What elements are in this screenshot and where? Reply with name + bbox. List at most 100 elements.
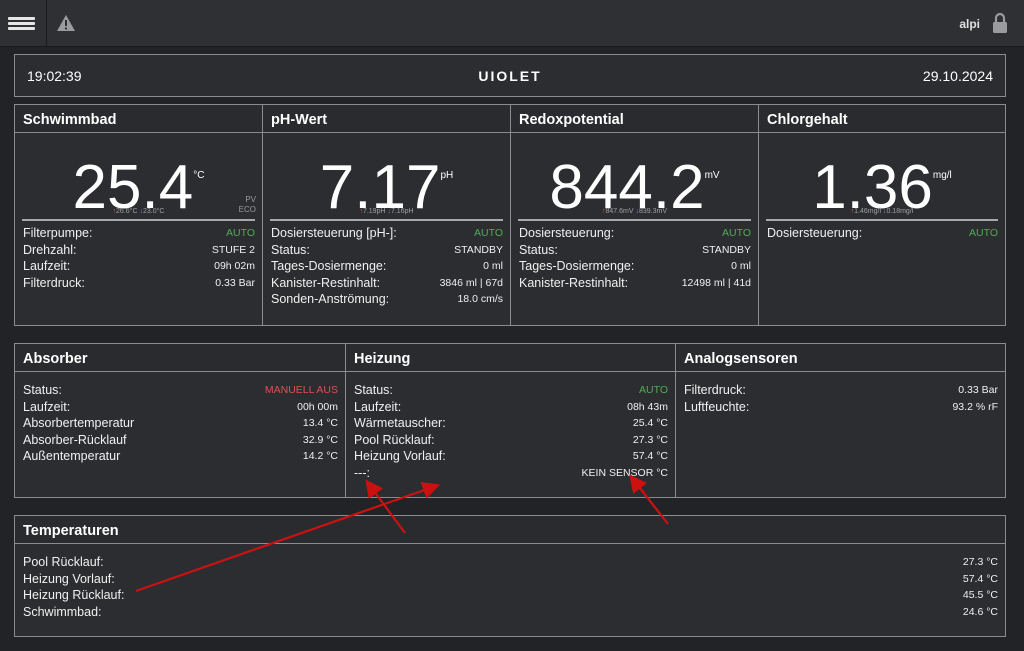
- panel-title: Temperaturen: [15, 516, 1005, 544]
- max-value: 1.46: [854, 208, 868, 215]
- row-value: 0.33 Bar: [215, 276, 255, 289]
- tile-ph[interactable]: pH-Wert 7.17pH ↑7.19pH ↓7.16pH Dosierste…: [262, 104, 511, 326]
- min-value: 0.18: [886, 208, 901, 215]
- info-row: Drehzahl: STUFE 2: [23, 243, 255, 260]
- info-row: Laufzeit: 08h 43m: [354, 400, 668, 417]
- row-label: Filterdruck:: [23, 275, 85, 290]
- clock-bar: 19:02:39 UIOLET 29.10.2024: [14, 54, 1006, 97]
- row-value: AUTO: [969, 227, 998, 239]
- row-value: 45.5 °C: [962, 589, 998, 601]
- row-label: Dosiersteuerung:: [767, 226, 863, 240]
- tile-chlor[interactable]: Chlorgehalt 1.36mg/l ↑1.46mg/l ↓0.18mg/l…: [758, 104, 1006, 326]
- max-unit: mV: [623, 208, 634, 215]
- row-label: Dosiersteuerung:: [519, 226, 615, 240]
- row-value: STANDBY: [702, 243, 751, 256]
- row-value: 27.3 °C: [962, 556, 998, 568]
- tile-title: Schwimmbad: [15, 105, 262, 133]
- tile-redox[interactable]: Redoxpotential 844.2mV ↑847.6mV ↓839.3mV…: [510, 104, 759, 326]
- row-label: Schwimmbad:: [23, 604, 102, 619]
- row-value: 08h 43m: [627, 400, 668, 413]
- row-label: Heizung Rücklauf:: [23, 588, 125, 602]
- divider: [22, 219, 255, 221]
- tile-title: Redoxpotential: [511, 105, 758, 133]
- info-row: Status: STANDBY: [519, 243, 751, 260]
- row-value: 93.2 % rF: [952, 400, 998, 413]
- row-label: Filterdruck:: [684, 383, 746, 397]
- max-value: 7.19: [362, 208, 377, 215]
- min-unit: °C: [156, 208, 165, 215]
- panel-heizung[interactable]: Heizung Status: AUTO Laufzeit: 08h 43m Wärme…: [345, 343, 676, 498]
- warning-icon[interactable]: [56, 14, 76, 32]
- min-max: ↑7.19pH ↓7.16pH: [263, 208, 510, 215]
- mode-eco: ECO: [238, 205, 256, 214]
- info-row: Heizung Vorlauf: 57.4 °C: [354, 449, 668, 466]
- info-rows: Dosiersteuerung: AUTO Status: STANDBY Tages-…: [519, 226, 751, 292]
- min-max: ↑1.46mg/l ↓0.18mg/l: [759, 208, 1005, 215]
- panel-title: Analogsensoren: [676, 344, 1005, 372]
- panel-absorber[interactable]: Absorber Status: MANUELL AUS Laufzeit: 00h …: [14, 343, 346, 498]
- max-unit: °C: [129, 208, 138, 215]
- tile-title: Chlorgehalt: [759, 105, 1005, 133]
- info-row: Heizung Vorlauf: 57.4 °C: [23, 572, 998, 589]
- row-value: KEIN SENSOR °C: [581, 466, 668, 479]
- row-label: Tages-Dosiermenge:: [271, 259, 387, 273]
- row-value: 27.3 °C: [632, 433, 668, 446]
- info-rows: Dosiersteuerung: AUTO: [767, 226, 998, 243]
- info-row: Dosiersteuerung [pH-]: AUTO: [271, 226, 503, 243]
- info-row: Kanister-Restinhalt: 3846 ml | 67d: [271, 276, 503, 293]
- info-rows: Dosiersteuerung [pH-]: AUTO Status: STANDBY…: [271, 226, 503, 309]
- panel-temperaturen[interactable]: Temperaturen Pool Rücklauf: 27.3 °C Heizun…: [14, 515, 1006, 637]
- info-row: Absorbertemperatur 13.4 °C: [23, 416, 338, 433]
- row-label: Drehzahl:: [23, 242, 77, 257]
- info-row: Filterpumpe: AUTO: [23, 226, 255, 243]
- menu-icon-bar: [8, 22, 35, 25]
- row-label: Status:: [271, 242, 310, 257]
- username[interactable]: alpi: [959, 17, 980, 31]
- info-row: Kanister-Restinhalt: 12498 ml | 41d: [519, 276, 751, 293]
- info-row: Heizung Rücklauf: 45.5 °C: [23, 588, 998, 605]
- menu-icon-bar: [8, 17, 35, 20]
- min-value: 839.3: [638, 208, 657, 215]
- info-row: Sonden-Anströmung: 18.0 cm/s: [271, 292, 503, 309]
- max-value: 847.6: [605, 208, 624, 215]
- row-label: Status:: [519, 242, 558, 257]
- panel-analogsensoren[interactable]: Analogsensoren Filterdruck: 0.33 Bar Luftf…: [675, 343, 1006, 498]
- info-row: Dosiersteuerung: AUTO: [767, 226, 998, 243]
- min-value: 23.0: [142, 208, 157, 215]
- info-rows: Pool Rücklauf: 27.3 °C Heizung Vorlauf: 57.…: [23, 555, 998, 621]
- info-row: Filterdruck: 0.33 Bar: [23, 276, 255, 293]
- row-value: 12498 ml | 41d: [681, 276, 751, 289]
- row-label: Filterpumpe:: [23, 226, 93, 240]
- row-label: Laufzeit:: [354, 399, 402, 414]
- info-row: Filterdruck: 0.33 Bar: [684, 383, 998, 400]
- row-value: AUTO: [474, 227, 503, 239]
- row-label: Heizung Vorlauf:: [23, 571, 115, 586]
- row-value: 09h 02m: [214, 260, 255, 272]
- row-label: Außentemperatur: [23, 449, 121, 463]
- divider: [518, 219, 751, 221]
- info-row: Status: STANDBY: [271, 243, 503, 260]
- value-unit: mV: [704, 170, 720, 181]
- tile-schwimmbad[interactable]: Schwimmbad 25.4°C ↑26.6°C ↓23.0°C PV ECO …: [14, 104, 263, 326]
- info-row: Luftfeuchte: 93.2 % rF: [684, 400, 998, 417]
- row-value: 3846 ml | 67d: [439, 276, 503, 289]
- row-value: AUTO: [639, 384, 668, 396]
- info-rows: Status: MANUELL AUS Laufzeit: 00h 00m Absorb…: [23, 383, 338, 466]
- min-unit: mV: [656, 208, 668, 215]
- menu-icon-bar: [8, 27, 35, 30]
- lock-icon[interactable]: [992, 12, 1008, 34]
- min-max: ↑847.6mV ↓839.3mV: [511, 208, 758, 215]
- max-value: 26.6: [116, 208, 130, 215]
- row-label: Tages-Dosiermenge:: [519, 259, 635, 273]
- row-value: 32.9 °C: [302, 433, 338, 446]
- max-unit: pH: [376, 208, 386, 215]
- info-row: ---: KEIN SENSOR °C: [354, 466, 668, 483]
- row-value: 14.2 °C: [302, 450, 338, 462]
- min-max: ↑26.6°C ↓23.0°C: [15, 208, 262, 215]
- info-row: Laufzeit: 09h 02m: [23, 259, 255, 276]
- row-value: 24.6 °C: [962, 605, 998, 618]
- info-rows: Filterdruck: 0.33 Bar Luftfeuchte: 93.2 % r…: [684, 383, 998, 416]
- menu-button[interactable]: [0, 0, 47, 47]
- row-label: Laufzeit:: [23, 399, 71, 414]
- min-value: 7.16: [390, 208, 405, 215]
